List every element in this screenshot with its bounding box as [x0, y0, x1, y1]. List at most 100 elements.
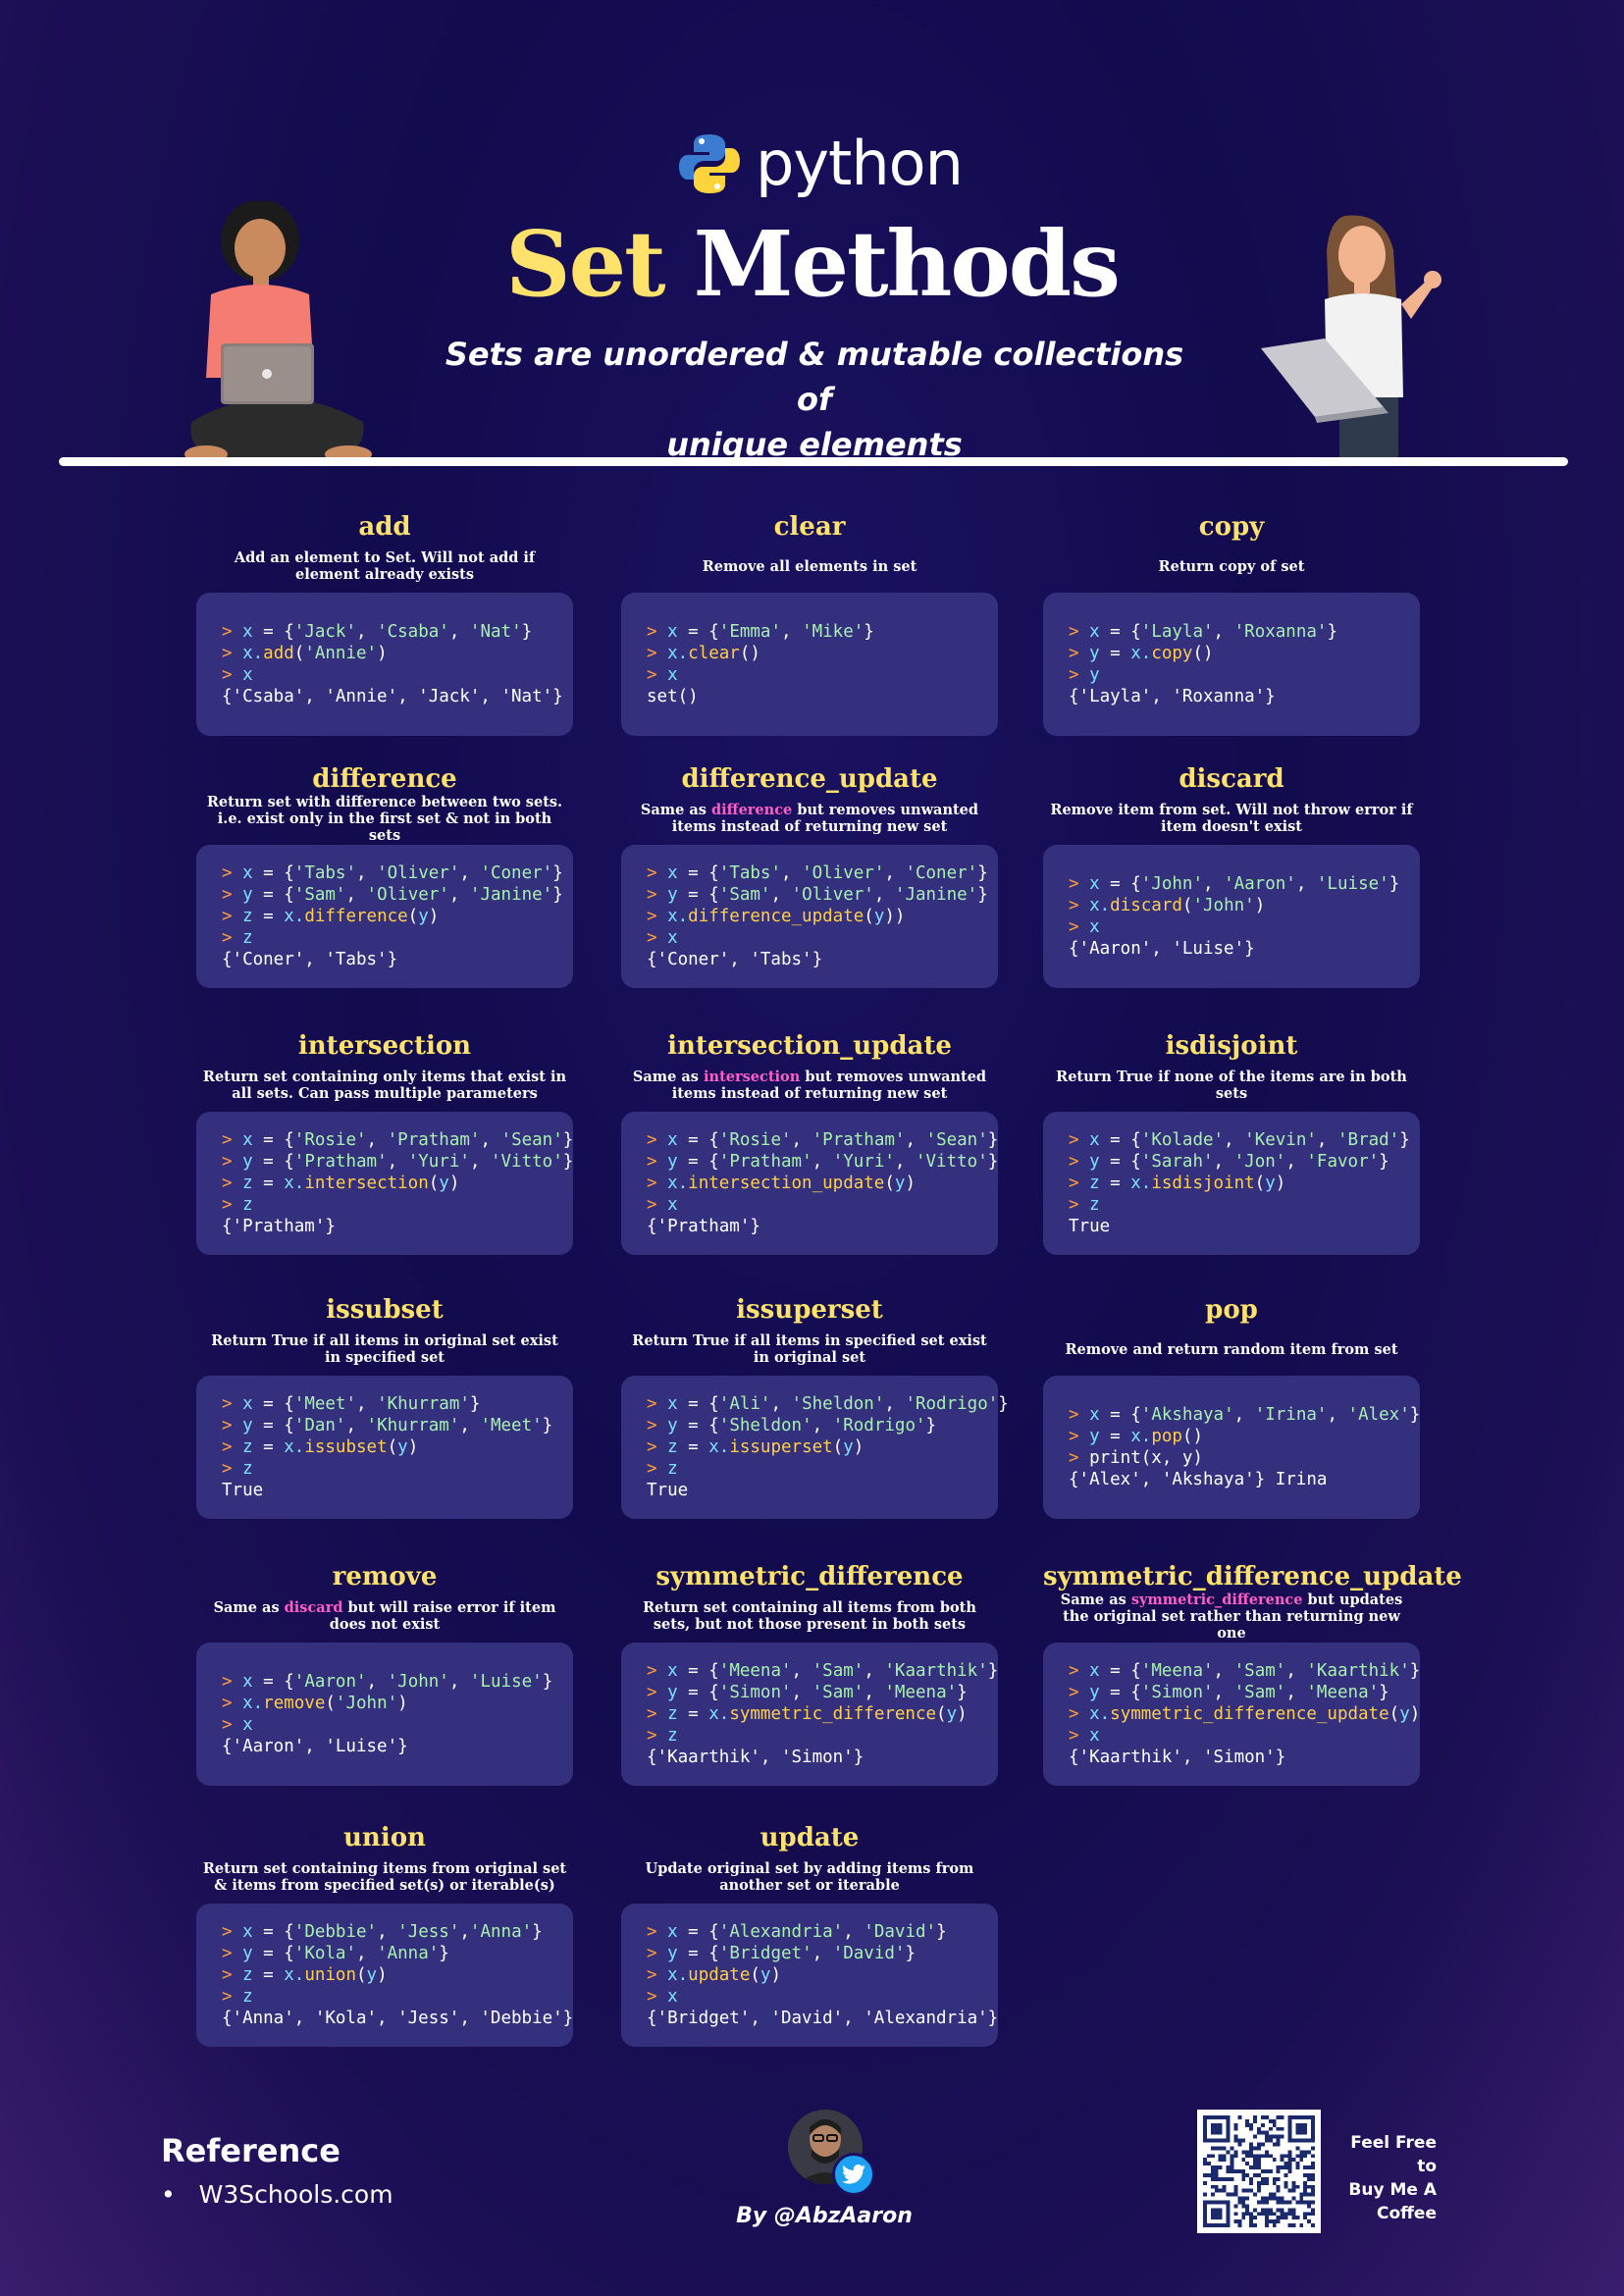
reference-link[interactable]: W3Schools.com [199, 2180, 393, 2209]
code-token: z [242, 928, 253, 948]
code-token: } [1388, 874, 1400, 894]
code-token: , [356, 1944, 378, 1963]
method-name: clear [773, 512, 846, 542]
code-token: , [1213, 1152, 1234, 1172]
code-token: {'Kaarthik', 'Simon'} [1069, 1748, 1286, 1767]
code-token: , [1316, 1130, 1337, 1150]
code-token: x [1089, 1130, 1100, 1150]
code-line: > y = {'Sheldon', 'Rodrigo'} [647, 1415, 972, 1436]
code-token: > [647, 1459, 668, 1479]
qr-code[interactable] [1197, 2110, 1321, 2233]
code-token: x [242, 665, 253, 685]
code-token: > [647, 1394, 668, 1414]
method-name: issubset [326, 1295, 444, 1325]
code-token: y [397, 1437, 408, 1457]
code-token: {'Pratham'} [647, 1217, 760, 1236]
code-token: discard [1110, 896, 1182, 915]
code-token: 'Dan' [293, 1416, 346, 1435]
code-token: 'Debbie' [293, 1922, 378, 1942]
method-card-union: union Return set containing items from or… [196, 1821, 573, 2047]
code-token: 'John' [1140, 874, 1203, 894]
method-description: Add an element to Set. Will not add if e… [196, 544, 573, 589]
code-token: > [222, 1715, 243, 1735]
code-line: > x = {'Emma', 'Mike'} [647, 621, 972, 643]
code-token: = { [252, 1922, 294, 1942]
code-example: > x = {'Akshaya', 'Irina', 'Alex'} > y = … [1043, 1376, 1420, 1519]
code-token: > [222, 1394, 243, 1414]
code-token: x [1089, 622, 1100, 642]
description-text: Return True if none of the items are in … [1056, 1069, 1407, 1102]
code-line: > z [647, 1725, 972, 1747]
code-token: 'Alexandria' [718, 1922, 844, 1942]
code-token: isdisjoint [1151, 1174, 1255, 1193]
code-token: remove [263, 1694, 326, 1713]
code-token: 'Khurram' [377, 1394, 470, 1414]
code-token: x. [1089, 1704, 1111, 1724]
code-token: 'Csaba' [377, 622, 449, 642]
method-name: intersection_update [667, 1031, 952, 1061]
code-line: > y = {'Sarah', 'Jon', 'Favor'} [1069, 1151, 1394, 1173]
code-token: y [1089, 1152, 1100, 1172]
code-token: > [222, 1416, 243, 1435]
code-token: 'John' [1192, 896, 1255, 915]
code-token: difference_update [688, 907, 864, 926]
code-token: = { [677, 1394, 719, 1414]
code-token: , [1203, 874, 1225, 894]
code-token: ( [407, 907, 419, 926]
code-token: > [1069, 622, 1090, 642]
code-line: > y = {'Dan', 'Khurram', 'Meet'} [222, 1415, 552, 1436]
code-token: 'Luise' [1316, 874, 1389, 894]
code-token: > [1069, 1195, 1090, 1215]
code-token: } [542, 1416, 553, 1435]
code-token: ( [864, 907, 874, 926]
code-line: > y [1069, 664, 1394, 686]
code-line: > x [222, 1714, 548, 1736]
method-card-remove: remove Same as discard but will raise err… [196, 1560, 573, 1786]
code-line: > z = x.isdisjoint(y) [1069, 1173, 1394, 1194]
code-token: issubset [304, 1437, 388, 1457]
code-example: > x = {'Aaron', 'John', 'Luise'} > x.remo… [196, 1643, 573, 1786]
author-byline[interactable]: By @AbzAaron [687, 2204, 962, 2228]
description-text: Return set containing items from origina… [202, 1860, 567, 1894]
page-subtitle: Sets are unordered & mutable collections… [432, 332, 1197, 467]
code-token: } [987, 1152, 999, 1172]
description-highlight: difference [711, 802, 793, 818]
code-token: z [242, 1987, 253, 2007]
code-token: 'Sarah' [1140, 1152, 1214, 1172]
code-token: , [1213, 1661, 1234, 1681]
code-line: {'Csaba', 'Annie', 'Jack', 'Nat'} [222, 686, 563, 707]
code-token: , [366, 1130, 388, 1150]
code-token: x [242, 1922, 253, 1942]
code-token: 'Oliver' [366, 885, 449, 905]
code-token: 'Akshaya' [1140, 1405, 1234, 1425]
code-token: } [977, 885, 988, 905]
code-token: 'Sam' [1233, 1683, 1286, 1702]
code-token: intersection_update [688, 1174, 885, 1193]
description-text: Add an element to Set. Will not add if e… [234, 549, 536, 583]
code-token: , [791, 1661, 812, 1681]
code-token: ) [407, 1437, 419, 1457]
method-card-copy: copy Return copy of set > x = {'Layla', 'R… [1043, 510, 1420, 736]
code-line: > z = x.symmetric_difference(y) [647, 1703, 972, 1725]
code-example: > x = {'John', 'Aaron', 'Luise'} > x.disc… [1043, 845, 1420, 988]
twitter-icon[interactable] [832, 2153, 875, 2196]
code-token: x [667, 665, 678, 685]
code-token: , [864, 1683, 885, 1702]
code-token: } [987, 1130, 999, 1150]
method-description: Remove and return random item from set [1043, 1327, 1420, 1372]
code-token: , [356, 622, 378, 642]
code-example: > x = {'Tabs', 'Oliver', 'Coner'} > y = {… [196, 845, 573, 988]
code-token: = { [252, 1944, 294, 1963]
code-token: > [1069, 917, 1090, 937]
description-prefix: Same as [1060, 1591, 1131, 1608]
code-token: 'Meena' [1140, 1661, 1214, 1681]
code-token: > [647, 1152, 668, 1172]
code-token: > [647, 1704, 668, 1724]
code-token: } [469, 1394, 481, 1414]
code-line: > x = {'Meena', 'Sam', 'Kaarthik'} [647, 1660, 998, 1682]
code-token: 'Meena' [884, 1683, 958, 1702]
code-token: , [480, 1130, 501, 1150]
code-token: = { [252, 1152, 294, 1172]
code-token: 'Kaarthik' [1306, 1661, 1410, 1681]
method-card-difference: difference Return set with difference bet… [196, 762, 573, 988]
